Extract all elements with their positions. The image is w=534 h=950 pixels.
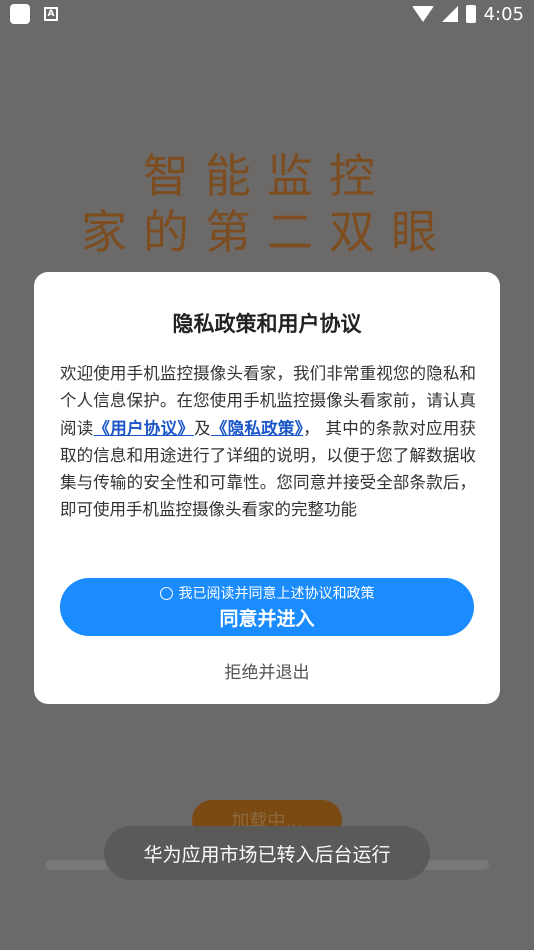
- privacy-policy-link[interactable]: 《隐私政策》: [211, 419, 303, 438]
- font-notification-icon: A: [44, 7, 58, 21]
- agree-checkbox-row[interactable]: 我已阅读并同意上述协议和政策: [159, 583, 375, 603]
- agree-button-label: 同意并进入: [219, 608, 315, 630]
- dialog-body: 欢迎使用手机监控摄像头看家，我们非常重视您的隐私和个人信息保护。在您使用手机监控…: [60, 360, 476, 524]
- signal-icon: [441, 6, 458, 22]
- wifi-icon: [411, 6, 434, 22]
- toast-message: 华为应用市场已转入后台运行: [104, 826, 430, 880]
- splash-slogan-line2: 家的第二双眼: [81, 205, 453, 259]
- notification-app-icon: [10, 4, 30, 24]
- radio-unchecked-icon[interactable]: [159, 586, 173, 600]
- dialog-title: 隐私政策和用户协议: [172, 312, 362, 336]
- battery-icon: [465, 5, 476, 23]
- status-right: 4:05: [411, 3, 524, 25]
- reject-and-exit-button[interactable]: 拒绝并退出: [34, 658, 500, 683]
- user-agreement-link[interactable]: 《用户协议》: [94, 419, 195, 438]
- agree-and-enter-button[interactable]: 我已阅读并同意上述协议和政策 同意并进入: [60, 578, 474, 636]
- status-left: A: [10, 4, 58, 24]
- status-bar: A 4:05: [0, 0, 534, 28]
- agree-checkbox-label: 我已阅读并同意上述协议和政策: [178, 586, 375, 602]
- privacy-dialog: 隐私政策和用户协议 欢迎使用手机监控摄像头看家，我们非常重视您的隐私和个人信息保…: [34, 272, 500, 704]
- body-text-and: 及: [194, 418, 211, 438]
- status-time: 4:05: [483, 3, 524, 25]
